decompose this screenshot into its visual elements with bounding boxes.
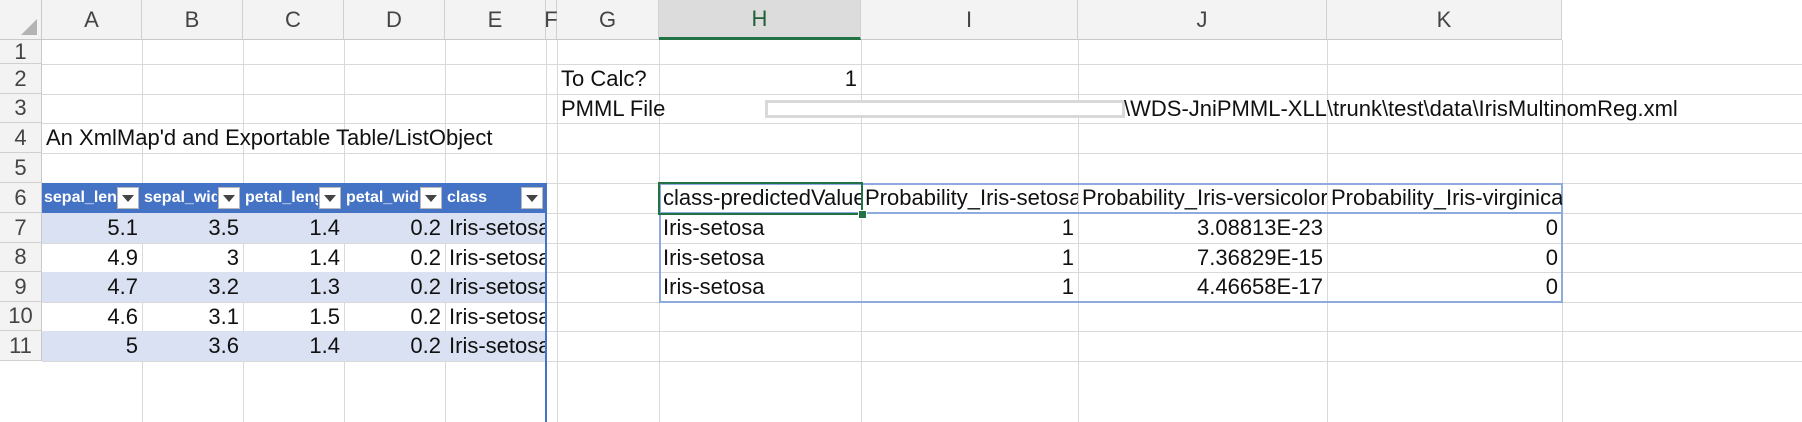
filter-dropdown-button[interactable] <box>521 187 543 209</box>
prediction-table-cell[interactable]: 3.08813E-23 <box>1078 213 1327 243</box>
filter-dropdown-button[interactable] <box>218 187 240 209</box>
iris-table-cell[interactable]: 3.2 <box>142 272 243 302</box>
chevron-down-icon <box>324 194 336 202</box>
chevron-down-icon <box>425 194 437 202</box>
chevron-down-icon <box>526 194 538 202</box>
select-all-triangle-icon <box>21 19 37 35</box>
iris-header-petal-leng: petal_leng <box>245 189 318 206</box>
iris-table-cell[interactable]: Iris-setosa <box>445 213 546 243</box>
iris-table-cell[interactable]: 1.5 <box>243 302 344 331</box>
iris-table-cell[interactable]: 4.9 <box>42 243 142 272</box>
row-header-9[interactable]: 9 <box>0 272 42 302</box>
row-header-3[interactable]: 3 <box>0 94 42 123</box>
iris-table-cell[interactable]: 0.2 <box>344 243 445 272</box>
iris-header-petal-widt: petal_widt <box>346 189 419 206</box>
iris-table-cell[interactable]: 5.1 <box>42 213 142 243</box>
spreadsheet: ABCDEFGHIJK 1 2 3 4 5 6 7 8 9 10 11 To Calc? 1 PMML … <box>0 0 1802 422</box>
gridline-horizontal <box>42 361 1802 362</box>
prediction-header-probability_iris-virginica[interactable]: Probability_Iris-virginica <box>1327 183 1562 213</box>
iris-table-right-border <box>545 183 547 422</box>
iris-table-cell[interactable]: 1.3 <box>243 272 344 302</box>
prediction-table-cell[interactable]: 0 <box>1327 272 1562 302</box>
column-header-d[interactable]: D <box>344 0 445 40</box>
prediction-table-cell[interactable]: 1 <box>861 272 1078 302</box>
filter-dropdown-button[interactable] <box>420 187 442 209</box>
gridline-horizontal <box>42 64 1802 65</box>
prediction-header-probability_iris-versicolor[interactable]: Probability_Iris-versicolor <box>1078 183 1327 213</box>
column-header-b[interactable]: B <box>142 0 243 40</box>
filter-dropdown-button[interactable] <box>319 187 341 209</box>
prediction-table-cell[interactable]: 7.36829E-15 <box>1078 243 1327 272</box>
row-header-1[interactable]: 1 <box>0 39 42 64</box>
iris-table-cell[interactable]: Iris-setosa <box>445 243 546 272</box>
iris-table-cell[interactable]: 0.2 <box>344 302 445 331</box>
row-header-6[interactable]: 6 <box>0 183 42 213</box>
iris-table-cell[interactable]: Iris-setosa <box>445 331 546 361</box>
row-header-2[interactable]: 2 <box>0 64 42 94</box>
prediction-table-cell[interactable]: Iris-setosa <box>659 213 861 243</box>
chevron-down-icon <box>122 194 134 202</box>
iris-header-sepal-widt: sepal_widt <box>144 189 217 206</box>
chevron-down-icon <box>223 194 235 202</box>
column-header-c[interactable]: C <box>243 0 344 40</box>
column-header-g[interactable]: G <box>557 0 659 40</box>
prediction-table-cell[interactable]: 1 <box>861 213 1078 243</box>
iris-table-cell[interactable]: 4.6 <box>42 302 142 331</box>
gridline-horizontal <box>42 153 1802 154</box>
column-header-f[interactable]: F <box>544 0 558 40</box>
column-header-j[interactable]: J <box>1078 0 1327 40</box>
column-header-k[interactable]: K <box>1327 0 1562 40</box>
prediction-table-cell[interactable]: 0 <box>1327 213 1562 243</box>
iris-table-cell[interactable]: Iris-setosa <box>445 272 546 302</box>
row-header-5[interactable]: 5 <box>0 153 42 183</box>
iris-table-cell[interactable]: 5 <box>42 331 142 361</box>
iris-table-cell[interactable]: 1.4 <box>243 213 344 243</box>
iris-table-cell[interactable]: 4.7 <box>42 272 142 302</box>
pmml-path-redacted-box <box>765 100 1125 118</box>
column-header-a[interactable]: A <box>42 0 142 40</box>
iris-table-cell[interactable]: 0.2 <box>344 213 445 243</box>
filter-dropdown-button[interactable] <box>117 187 139 209</box>
pmml-file-path[interactable]: \WDS-JniPMML-XLL\trunk\test\data\IrisMul… <box>1122 94 1802 123</box>
active-cell-selection[interactable] <box>658 182 863 215</box>
iris-table-cell[interactable]: 3.6 <box>142 331 243 361</box>
select-all-corner[interactable] <box>0 0 42 40</box>
column-header-h[interactable]: H <box>659 0 861 40</box>
prediction-table-cell[interactable]: 1 <box>861 243 1078 272</box>
table-caption: An XmlMap'd and Exportable Table/ListObj… <box>46 125 493 150</box>
row-header-8[interactable]: 8 <box>0 243 42 272</box>
prediction-table-cell[interactable]: Iris-setosa <box>659 272 861 302</box>
iris-table-cell[interactable]: Iris-setosa <box>445 302 546 331</box>
pmml-file-label: PMML File <box>561 95 666 121</box>
column-header-e[interactable]: E <box>445 0 546 40</box>
prediction-header-probability_iris-setosa[interactable]: Probability_Iris-setosa <box>861 183 1078 213</box>
iris-table-cell[interactable]: 1.4 <box>243 331 344 361</box>
iris-table-cell[interactable]: 3.5 <box>142 213 243 243</box>
prediction-table-cell[interactable]: 0 <box>1327 243 1562 272</box>
to-calc-value[interactable]: 1 <box>659 64 861 94</box>
iris-table-cell[interactable]: 1.4 <box>243 243 344 272</box>
iris-header-class: class <box>447 189 488 206</box>
iris-table-cell[interactable]: 0.2 <box>344 272 445 302</box>
row-header-11[interactable]: 11 <box>0 331 42 361</box>
row-header-10[interactable]: 10 <box>0 302 42 331</box>
column-header-i[interactable]: I <box>861 0 1078 40</box>
iris-table-cell[interactable]: 3 <box>142 243 243 272</box>
iris-table-cell[interactable]: 0.2 <box>344 331 445 361</box>
row-header-7[interactable]: 7 <box>0 213 42 243</box>
prediction-table-cell[interactable]: 4.46658E-17 <box>1078 272 1327 302</box>
row-header-4[interactable]: 4 <box>0 123 42 153</box>
fill-handle[interactable] <box>858 210 867 219</box>
to-calc-label: To Calc? <box>561 66 647 91</box>
iris-header-sepal-leng: sepal_leng <box>44 189 116 206</box>
iris-table-cell[interactable]: 3.1 <box>142 302 243 331</box>
prediction-table-cell[interactable]: Iris-setosa <box>659 243 861 272</box>
